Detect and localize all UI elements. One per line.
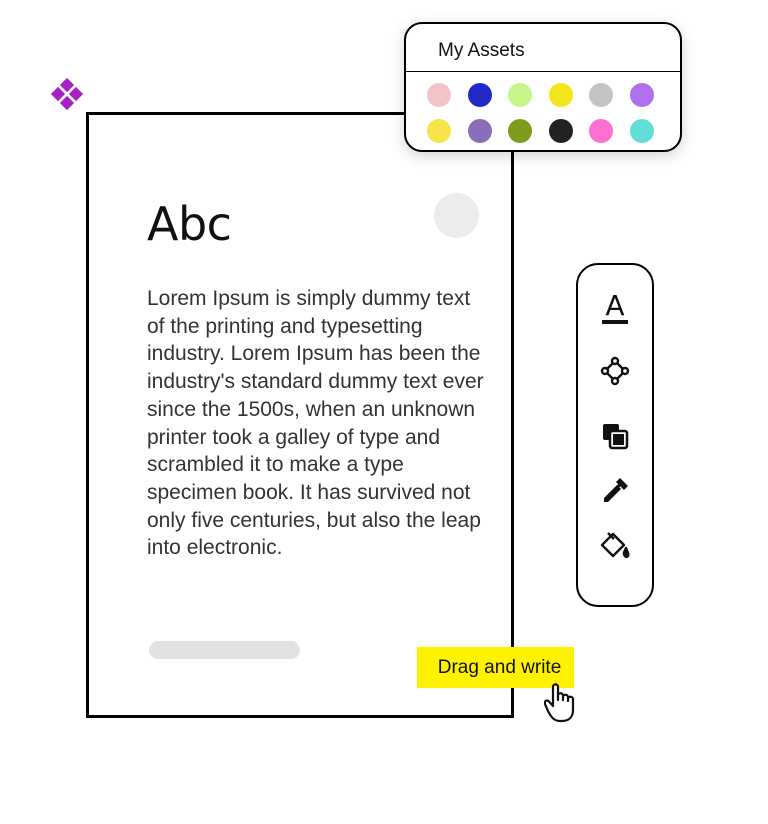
layers-icon[interactable]: [595, 416, 635, 456]
text-card[interactable]: Abc Lorem Ipsum is simply dummy text of …: [86, 112, 514, 718]
color-swatch[interactable]: [508, 119, 532, 143]
paint-bucket-icon[interactable]: [595, 526, 635, 566]
assets-panel: My Assets: [404, 22, 682, 152]
color-swatch[interactable]: [467, 119, 492, 143]
svg-text:A: A: [605, 289, 624, 322]
avatar-placeholder: [434, 193, 479, 238]
color-swatch[interactable]: [427, 119, 451, 143]
color-swatch[interactable]: [427, 83, 451, 107]
card-title[interactable]: Abc: [147, 197, 232, 251]
color-swatch[interactable]: [508, 83, 532, 107]
color-swatch[interactable]: [467, 83, 492, 107]
logo-icon: [50, 78, 84, 111]
hand-cursor-icon: [544, 683, 575, 723]
assets-title: My Assets: [438, 40, 525, 61]
color-swatch[interactable]: [548, 119, 573, 143]
card-body-text[interactable]: Lorem Ipsum is simply dummy text of the …: [147, 285, 485, 562]
color-swatch[interactable]: [589, 83, 613, 107]
tool-bar: A: [576, 263, 654, 607]
eyedropper-icon[interactable]: [595, 471, 635, 511]
text-underline-icon[interactable]: A: [595, 287, 635, 327]
color-swatch[interactable]: [548, 83, 573, 107]
color-swatch[interactable]: [629, 83, 654, 107]
color-swatch[interactable]: [589, 119, 613, 143]
placeholder-bar: [149, 641, 300, 659]
vector-node-icon[interactable]: [595, 351, 635, 391]
color-swatch[interactable]: [629, 119, 654, 143]
assets-divider: [406, 71, 680, 72]
